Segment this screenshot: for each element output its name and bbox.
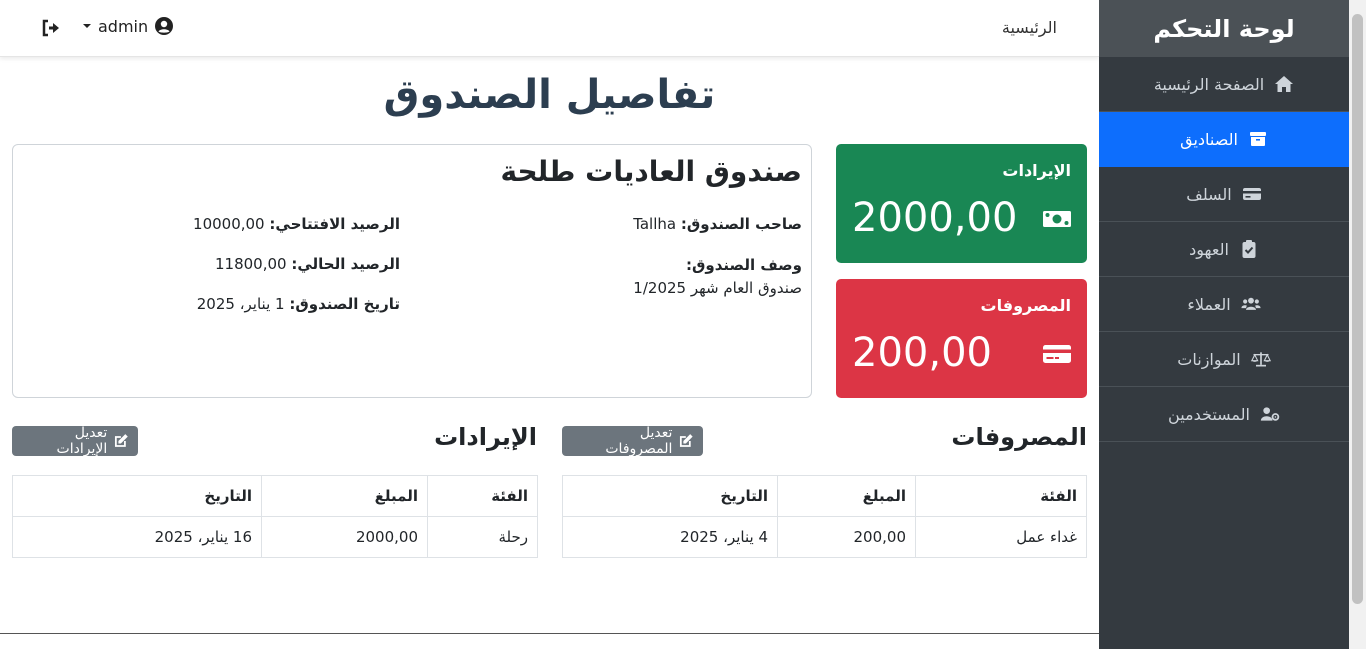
top-navbar: الرئيسية admin [0, 0, 1099, 57]
opening-balance-label: الرصيد الافتتاحي: [269, 215, 400, 233]
sidebar-item-advances[interactable]: السلف [1099, 167, 1349, 222]
table-cell: 16 يناير، 2025 [12, 516, 262, 558]
income-stat-value: 2000,00 [852, 195, 1018, 241]
expenses-section-title: المصروفات [951, 423, 1087, 451]
owner-value: Tallha [633, 215, 677, 233]
owner-field: صاحب الصندوق: Tallha [633, 215, 802, 233]
sidebar-item-custody[interactable]: العهود [1099, 222, 1349, 277]
expense-stat-value: 200,00 [852, 330, 992, 376]
column-header: الفئة [427, 475, 538, 517]
caret-down-icon [83, 24, 91, 28]
box-details-card: صندوق العاديات طلحة صاحب الصندوق: Tallha… [12, 144, 812, 398]
current-balance-field: الرصيد الحالي: 11800,00 [215, 255, 400, 273]
sidebar-item-clients[interactable]: العملاء [1099, 277, 1349, 332]
scrollbar[interactable] [1349, 0, 1366, 649]
box-date-label: تاريخ الصندوق: [289, 295, 400, 313]
clipboard-check-icon [1242, 240, 1256, 258]
home-icon [1275, 76, 1294, 92]
edit-income-button[interactable]: تعديل الإيرادات [12, 425, 138, 457]
user-gear-icon [1260, 407, 1280, 421]
sidebar-item-label: السلف [1186, 184, 1232, 204]
income-section-title: الإيرادات [434, 423, 537, 451]
column-header: المبلغ [261, 475, 428, 517]
table-cell: 2000,00 [261, 516, 428, 558]
expense-stat-card: المصروفات 200,00 [836, 279, 1087, 398]
table-header-row: الفئة المبلغ التاريخ [562, 475, 1087, 517]
sidebar-item-label: الصناديق [1180, 129, 1238, 149]
sidebar-item-home[interactable]: الصفحة الرئيسية [1099, 57, 1349, 112]
footer-divider [0, 633, 1099, 634]
opening-balance-field: الرصيد الافتتاحي: 10000,00 [193, 215, 400, 233]
owner-label: صاحب الصندوق: [680, 215, 802, 233]
users-icon [1241, 297, 1261, 310]
sidebar-title: لوحة التحكم [1099, 0, 1349, 57]
scrollbar-thumb[interactable] [1352, 14, 1363, 604]
sidebar-item-users[interactable]: المستخدمين [1099, 387, 1349, 442]
user-circle-icon [155, 17, 174, 35]
box-name: صندوق العاديات طلحة [500, 155, 802, 188]
column-header: التاريخ [562, 475, 778, 517]
nav-home-link[interactable]: الرئيسية [1002, 18, 1057, 37]
edit-expenses-label: تعديل المصروفات [605, 425, 673, 457]
table-cell: 4 يناير، 2025 [562, 516, 778, 558]
sidebar-item-boxes[interactable]: الصناديق [1099, 112, 1349, 167]
opening-balance-value: 10000,00 [193, 215, 265, 233]
edit-icon [115, 434, 129, 447]
credit-card-icon [1242, 188, 1261, 200]
income-table: الفئة المبلغ التاريخ رحلة 2000,00 16 ينا… [12, 475, 538, 558]
sidebar-item-label: الموازنات [1177, 349, 1241, 369]
box-date-value: 1 يناير، 2025 [196, 295, 285, 313]
credit-card-icon [1043, 345, 1071, 363]
column-header: المبلغ [777, 475, 916, 517]
money-bill-icon [1043, 211, 1071, 227]
sidebar-item-label: العهود [1189, 239, 1229, 259]
expense-stat-label: المصروفات [980, 296, 1071, 315]
edit-expenses-button[interactable]: تعديل المصروفات [562, 425, 703, 457]
table-row: غداء عمل 200,00 4 يناير، 2025 [562, 516, 1087, 558]
income-stat-label: الإيرادات [1002, 161, 1071, 180]
sidebar-item-label: المستخدمين [1168, 404, 1250, 424]
table-cell: 200,00 [777, 516, 916, 558]
edit-icon [680, 434, 694, 447]
column-header: الفئة [915, 475, 1087, 517]
table-row: رحلة 2000,00 16 يناير، 2025 [12, 516, 538, 558]
description-value: صندوق العام شهر 1/2025 [633, 279, 802, 297]
sidebar-item-label: العملاء [1187, 294, 1231, 314]
balance-scale-icon [1250, 352, 1271, 367]
description-label: وصف الصندوق: [686, 256, 802, 274]
table-cell: رحلة [427, 516, 538, 558]
sidebar-item-label: الصفحة الرئيسية [1153, 74, 1265, 94]
table-cell: غداء عمل [915, 516, 1087, 558]
page-title: تفاصيل الصندوق [383, 72, 716, 118]
user-menu[interactable]: admin [82, 16, 174, 36]
logout-icon[interactable] [40, 17, 62, 39]
table-header-row: الفئة المبلغ التاريخ [12, 475, 538, 517]
box-icon [1249, 132, 1266, 146]
current-balance-label: الرصيد الحالي: [291, 255, 400, 273]
sidebar: لوحة التحكم الصفحة الرئيسية الصناديق الس… [1099, 0, 1349, 649]
sidebar-item-budgets[interactable]: الموازنات [1099, 332, 1349, 387]
username-label: admin [98, 16, 149, 36]
edit-income-label: تعديل الإيرادات [56, 425, 108, 457]
income-stat-card: الإيرادات 2000,00 [836, 144, 1087, 263]
box-date-field: تاريخ الصندوق: 1 يناير، 2025 [197, 295, 400, 313]
expenses-table: الفئة المبلغ التاريخ غداء عمل 200,00 4 ي… [562, 475, 1087, 558]
current-balance-value: 11800,00 [215, 255, 287, 273]
column-header: التاريخ [12, 475, 262, 517]
